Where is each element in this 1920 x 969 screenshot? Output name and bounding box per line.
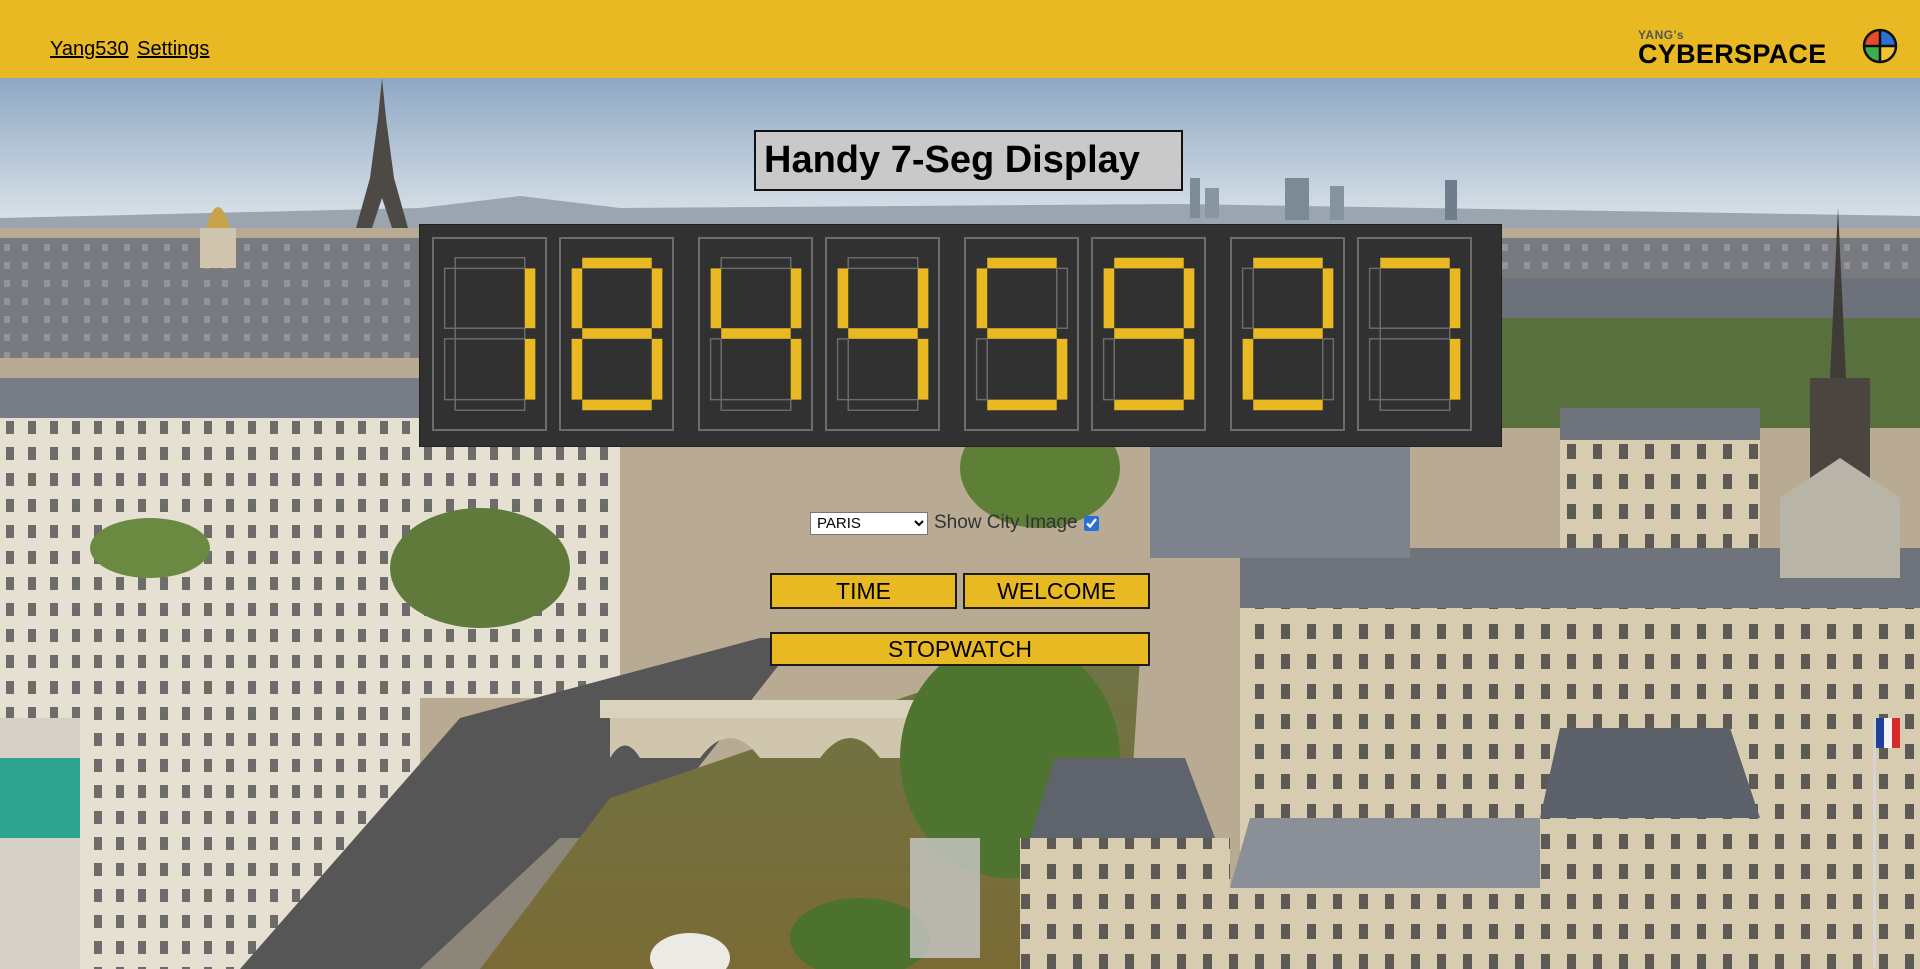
segment-e	[1368, 338, 1381, 401]
welcome-button[interactable]: WELCOME	[963, 573, 1150, 609]
digit-segments	[709, 257, 802, 411]
segment-a	[1253, 257, 1323, 269]
segment-e	[1242, 338, 1254, 400]
segment-c	[1449, 338, 1461, 400]
segment-e	[975, 338, 988, 401]
segment-a	[987, 257, 1057, 269]
segment-g	[848, 328, 918, 339]
top-bar: Yang530 Settings YANG's CYBERSPACE	[0, 0, 1920, 78]
segment-b	[1183, 268, 1195, 329]
stopwatch-button[interactable]: STOPWATCH	[770, 632, 1150, 666]
show-city-image-checkbox[interactable]	[1083, 515, 1099, 531]
segment-a	[454, 257, 526, 270]
segment-b	[917, 268, 929, 329]
segment-b	[1449, 268, 1461, 329]
city-controls: PARIS Show City Image	[810, 511, 1099, 535]
segment-c	[651, 338, 663, 400]
segment-a	[720, 257, 792, 270]
digit-segments	[836, 257, 929, 411]
segment-d	[1253, 399, 1323, 411]
nav-link-settings[interactable]: Settings	[137, 38, 209, 60]
digit-4	[825, 237, 940, 431]
segment-f	[710, 268, 722, 329]
digit-segments	[443, 257, 536, 411]
segment-f	[571, 268, 583, 329]
digit-2	[559, 237, 674, 431]
nav-link-yang530[interactable]: Yang530	[50, 38, 129, 60]
segment-a	[1114, 257, 1184, 269]
logo-big-text: CYBERSPACE	[1638, 39, 1827, 69]
segment-b	[651, 268, 663, 329]
digit-segments	[1368, 257, 1461, 411]
segment-g	[721, 328, 791, 339]
segment-e	[709, 338, 722, 401]
segment-g	[1379, 327, 1451, 340]
digit-segments	[1102, 257, 1195, 411]
segment-f	[1368, 267, 1381, 329]
digit-1	[432, 237, 547, 431]
segment-c	[1183, 338, 1195, 400]
segment-f	[1241, 267, 1254, 329]
segment-d	[454, 398, 526, 411]
seven-segment-display	[419, 224, 1502, 447]
time-button[interactable]: TIME	[770, 573, 957, 609]
segment-a	[582, 257, 652, 269]
segment-c	[790, 338, 802, 400]
cyberspace-logo[interactable]: YANG's CYBERSPACE	[1638, 26, 1898, 69]
globe-icon	[1862, 28, 1898, 64]
digit-segments	[571, 257, 663, 411]
digit-3	[698, 237, 813, 431]
segment-g	[1253, 328, 1323, 339]
segment-b	[1322, 268, 1334, 329]
segment-d	[1114, 399, 1184, 411]
segment-d	[720, 398, 792, 411]
segment-d	[987, 399, 1057, 411]
segment-a	[1380, 257, 1450, 269]
segment-b	[1056, 267, 1069, 329]
digit-8	[1357, 237, 1472, 431]
city-select[interactable]: PARIS	[810, 511, 928, 535]
segment-c	[1322, 338, 1335, 401]
digit-segments	[1241, 257, 1335, 411]
segment-f	[976, 268, 988, 329]
segment-g	[454, 327, 526, 340]
page-title: Handy 7-Seg Display	[754, 130, 1183, 191]
segment-c	[1056, 338, 1068, 400]
segment-g	[987, 328, 1057, 339]
show-city-image-label: Show City Image	[934, 512, 1078, 533]
segment-f	[1103, 268, 1115, 329]
segment-d	[582, 399, 652, 411]
segment-c	[917, 338, 929, 400]
segment-c	[524, 338, 536, 400]
top-nav: Yang530 Settings	[50, 38, 212, 61]
segment-d	[1379, 398, 1451, 411]
segment-e	[836, 338, 849, 401]
segment-a	[847, 257, 919, 270]
digit-segments	[975, 257, 1069, 411]
digit-5	[964, 237, 1079, 431]
segment-g	[1114, 328, 1184, 339]
digit-6	[1091, 237, 1206, 431]
segment-f	[837, 268, 849, 329]
digit-7	[1230, 237, 1345, 431]
segment-g	[582, 328, 652, 339]
segment-b	[524, 268, 536, 329]
segment-e	[443, 338, 456, 401]
segment-b	[790, 268, 802, 329]
segment-f	[443, 267, 456, 329]
segment-e	[1102, 338, 1115, 401]
segment-e	[571, 338, 583, 400]
segment-d	[847, 398, 919, 411]
